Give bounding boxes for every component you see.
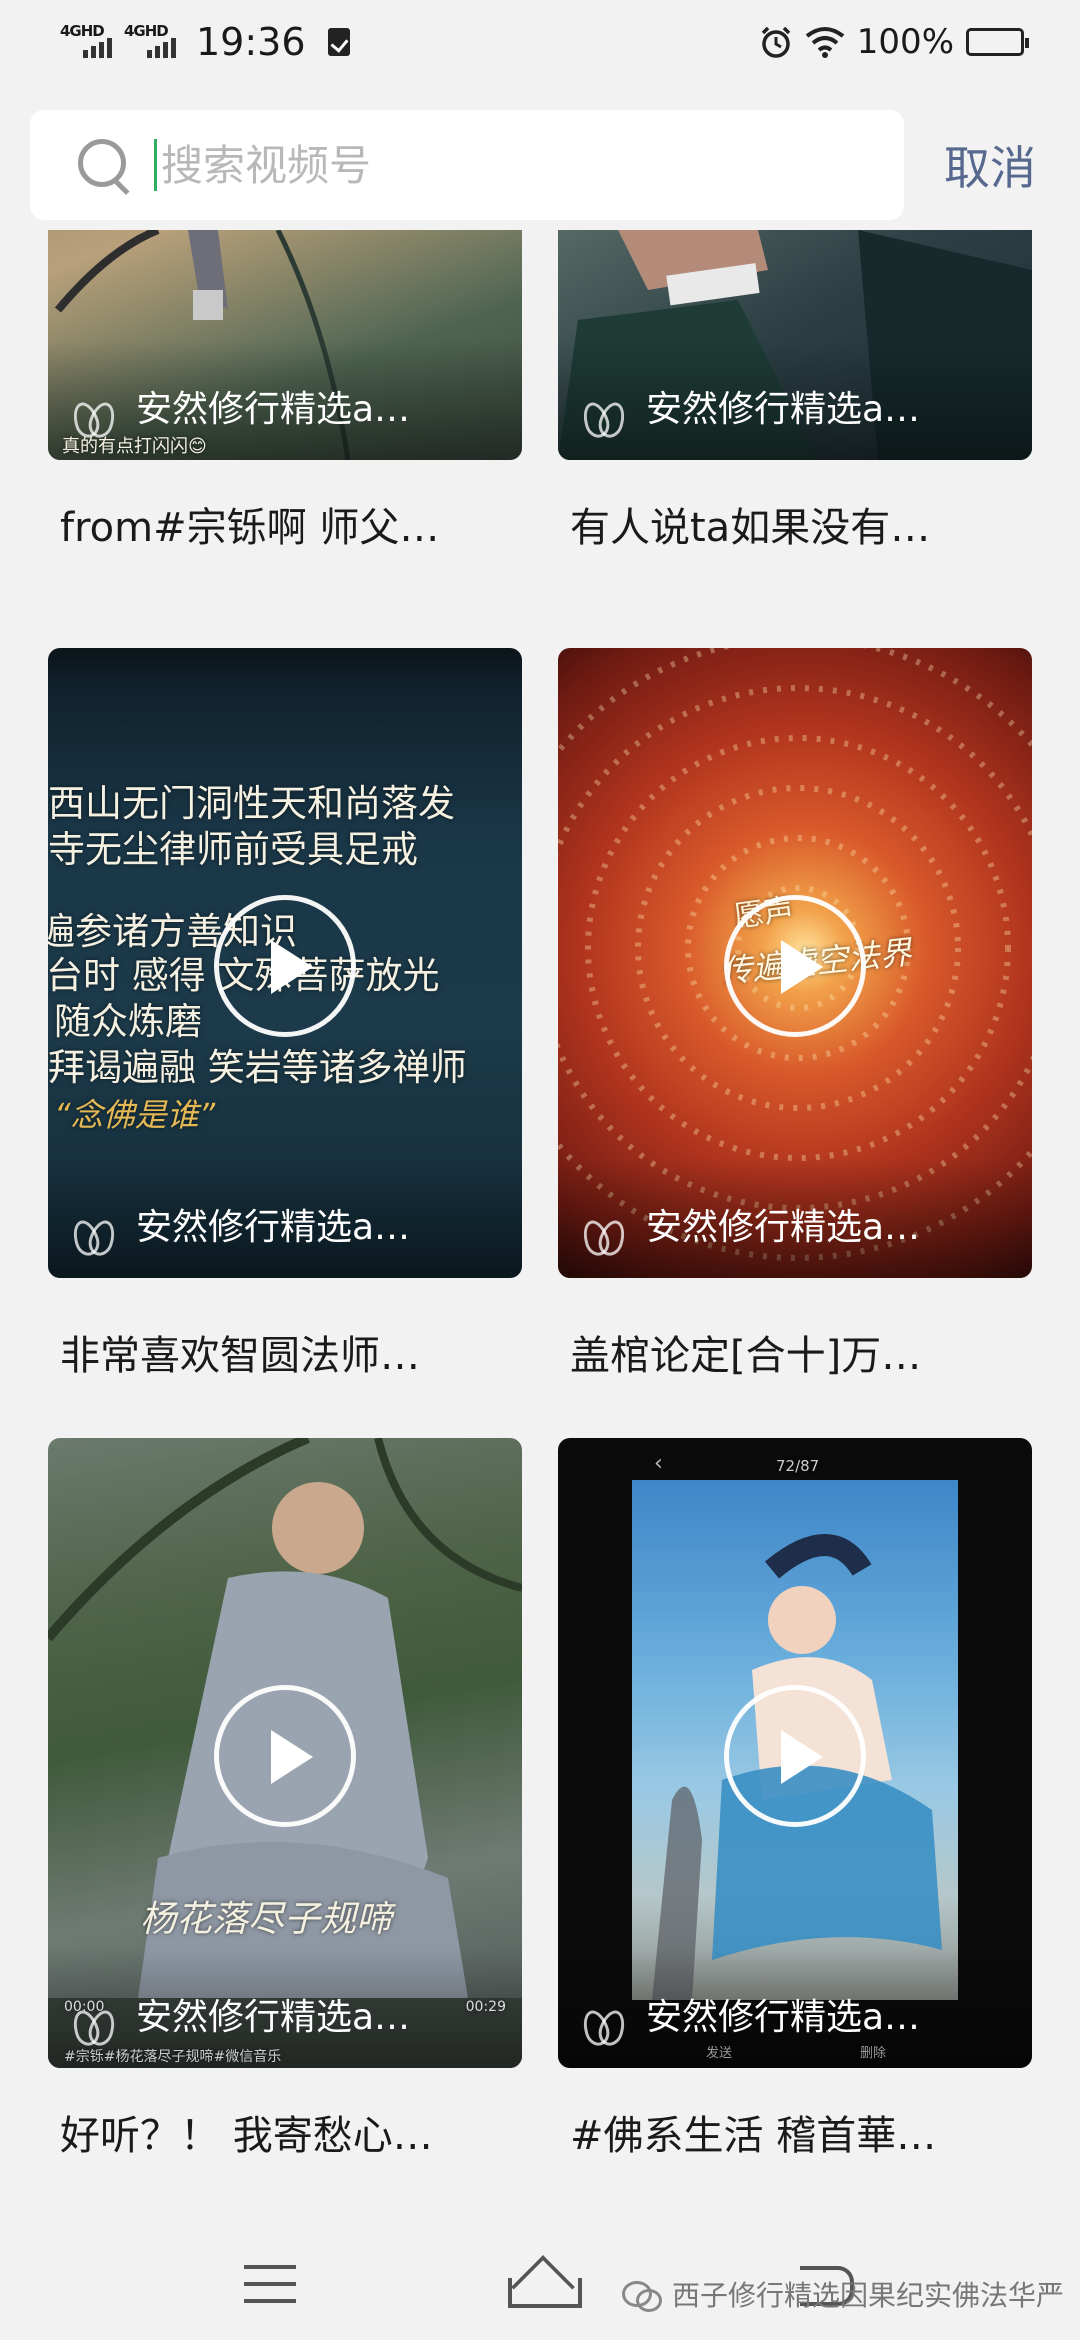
video-caption: 有人说ta如果没有… <box>570 505 931 551</box>
video-card[interactable]: 愿声 传遍虚空法界 安然修行精选a… 盖棺论定[合十]万… <box>558 648 1032 1408</box>
video-thumbnail[interactable]: 愿声 传遍虚空法界 安然修行精选a… <box>558 648 1032 1278</box>
video-caption: #佛系生活 稽首華… <box>570 2113 937 2159</box>
search-header: 取消 <box>0 100 1080 230</box>
channels-logo-icon <box>74 1220 114 1252</box>
cancel-button[interactable]: 取消 <box>944 132 1036 198</box>
video-grid: 真的有点打闪闪😊 安然修行精选a… from#宗铄啊 师父… 安然修行精选a… … <box>48 230 1032 2165</box>
channels-logo-icon <box>584 1220 624 1252</box>
text-cursor <box>154 139 157 191</box>
video-channel-name: 安然修行精选a… <box>646 1997 921 2038</box>
home-icon[interactable] <box>508 2258 582 2308</box>
delete-label: 删除 <box>860 2046 887 2061</box>
channels-logo-icon <box>584 402 624 434</box>
overlay-text-line: 拜谒遍融 笑岩等诸多禅师 <box>48 1046 467 1089</box>
menu-icon[interactable] <box>244 2265 296 2305</box>
play-button[interactable] <box>724 1685 866 1827</box>
video-card[interactable]: 西山无门洞性天和尚落发 寺无尘律师前受具足戒 遍参诸方善知识 台时 感得 文殊菩… <box>48 648 522 1408</box>
video-channel-name: 安然修行精选a… <box>646 1207 921 1248</box>
channels-logo-icon <box>584 2010 624 2042</box>
video-caption: 盖棺论定[合十]万… <box>570 1333 922 1379</box>
battery-percent: 100% <box>856 22 954 62</box>
video-thumbnail[interactable]: ‹ 72/87 发送 删除 安然修行精选a… <box>558 1438 1032 2068</box>
search-icon <box>76 137 132 193</box>
status-time: 19:36 <box>196 20 306 64</box>
play-button[interactable] <box>724 895 866 1037</box>
alarm-icon <box>761 26 791 58</box>
video-card[interactable]: 杨花落尽子规啼 00:00 00:29 #宗铄#杨花落尽子规啼#微信音乐 安然修… <box>48 1438 522 2165</box>
video-channel-name: 安然修行精选a… <box>646 389 921 430</box>
wechat-icon <box>622 2279 662 2312</box>
video-caption: 好听？！ 我寄愁心… <box>60 2113 433 2159</box>
channels-logo-icon <box>74 402 114 434</box>
video-thumbnail[interactable]: 真的有点打闪闪😊 安然修行精选a… <box>48 230 522 460</box>
video-card[interactable]: 真的有点打闪闪😊 安然修行精选a… from#宗铄啊 师父… <box>48 230 522 551</box>
status-right: 100% <box>759 22 1029 62</box>
battery-icon <box>966 28 1029 56</box>
watermark-text: 西子修行精选因果纪实佛法华严 <box>672 2279 1065 2312</box>
video-thumbnail[interactable]: 安然修行精选a… <box>558 230 1032 460</box>
overlay-text-line: 寺无尘律师前受具足戒 <box>48 828 418 871</box>
search-box[interactable] <box>30 110 904 220</box>
play-button[interactable] <box>214 1685 356 1827</box>
overlay-text-line: “念佛是谁” <box>54 1096 216 1134</box>
play-icon <box>781 1730 823 1784</box>
send-label: 发送 <box>706 2046 733 2061</box>
video-channel-name: 安然修行精选a… <box>136 1997 411 2038</box>
video-thumbnail[interactable]: 西山无门洞性天和尚落发 寺无尘律师前受具足戒 遍参诸方善知识 台时 感得 文殊菩… <box>48 648 522 1278</box>
video-caption: from#宗铄啊 师父… <box>60 505 440 551</box>
search-input[interactable] <box>161 140 904 190</box>
play-button[interactable] <box>214 895 356 1037</box>
wifi-icon <box>805 27 845 58</box>
status-left: 4GHD 4GHD 19:36 <box>60 20 350 64</box>
video-thumbnail[interactable]: 杨花落尽子规啼 00:00 00:29 #宗铄#杨花落尽子规啼#微信音乐 安然修… <box>48 1438 522 2068</box>
overlay-text-line: 西山无门洞性天和尚落发 <box>48 782 455 825</box>
play-icon <box>271 940 313 994</box>
system-nav-bar: 西子修行精选因果纪实佛法华严 <box>0 2180 1080 2340</box>
status-bar: 4GHD 4GHD 19:36 100% <box>0 0 1080 84</box>
video-card[interactable]: ‹ 72/87 发送 删除 安然修行精选a… #佛系生活 稽首華… <box>558 1438 1032 2165</box>
overlay-text-line: 杨花落尽子规啼 <box>140 1899 393 1940</box>
clipboard-check-icon <box>327 28 350 56</box>
signal-icon-sim2: 4GHD <box>124 22 176 60</box>
video-card[interactable]: 安然修行精选a… 有人说ta如果没有… <box>558 230 1032 551</box>
channels-logo-icon <box>74 2010 114 2042</box>
overlay-text-line: 随众炼磨 <box>54 1000 202 1043</box>
play-icon <box>781 940 823 994</box>
video-caption: 非常喜欢智圆法师… <box>60 1333 420 1379</box>
video-channel-name: 安然修行精选a… <box>136 389 411 430</box>
video-channel-name: 安然修行精选a… <box>136 1207 411 1248</box>
overlay-subtitle: 真的有点打闪闪😊 <box>62 436 207 457</box>
play-icon <box>271 1730 313 1784</box>
overlay-hashtags: #宗铄#杨花落尽子规啼#微信音乐 <box>64 2049 282 2065</box>
signal-icon-sim1: 4GHD <box>60 22 112 60</box>
watermark: 西子修行精选因果纪实佛法华严 <box>622 2274 1064 2314</box>
